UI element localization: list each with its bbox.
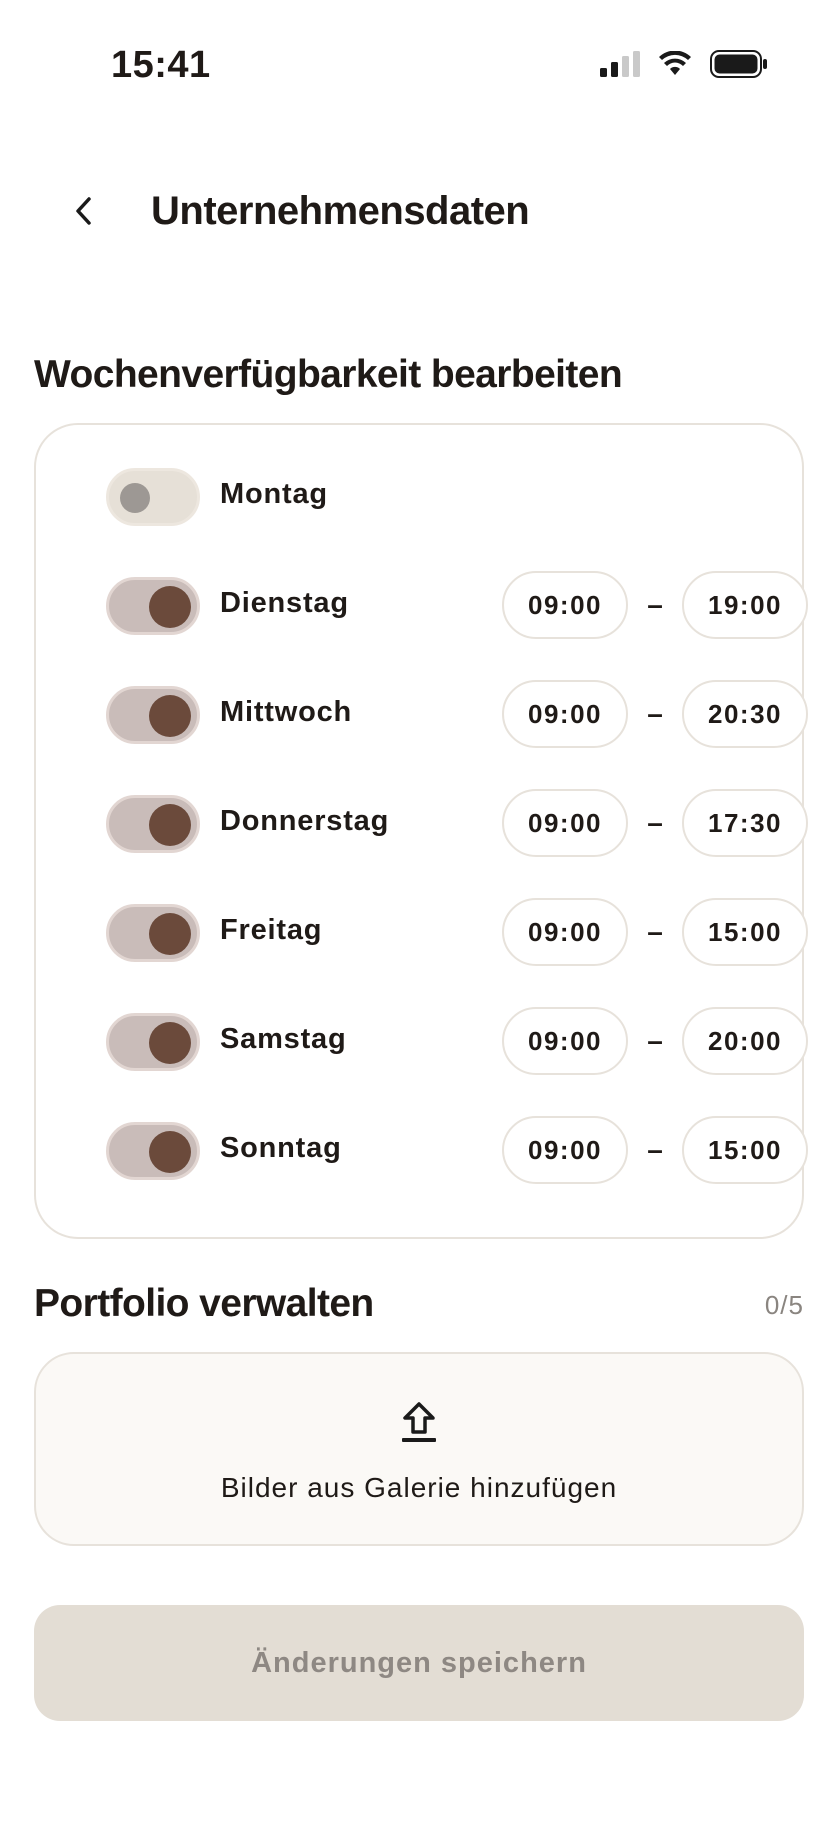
time-separator: – [647, 589, 663, 620]
time-range-samstag: 09:00 – 20:00 [502, 1007, 808, 1075]
toggle-sonntag[interactable] [106, 1122, 200, 1180]
chevron-left-icon [76, 197, 91, 225]
end-time-sonntag[interactable]: 15:00 [682, 1116, 808, 1184]
toggle-freitag[interactable] [106, 904, 200, 962]
start-time-freitag[interactable]: 09:00 [502, 898, 628, 966]
time-range-freitag: 09:00 – 15:00 [502, 898, 808, 966]
time-range-dienstag: 09:00 – 19:00 [502, 571, 808, 639]
start-time-dienstag[interactable]: 09:00 [502, 571, 628, 639]
signal-icon [600, 51, 640, 77]
save-changes-button[interactable]: Änderungen speichern [34, 1605, 804, 1721]
time-separator: – [647, 916, 663, 947]
toggle-donnerstag[interactable] [106, 795, 200, 853]
start-time-donnerstag[interactable]: 09:00 [502, 789, 628, 857]
day-row-montag: Montag [70, 462, 808, 534]
end-time-samstag[interactable]: 20:00 [682, 1007, 808, 1075]
time-separator: – [647, 807, 663, 838]
status-bar: 15:41 [0, 0, 840, 140]
portfolio-count: 0/5 [764, 1290, 804, 1320]
day-label-freitag: Freitag [220, 914, 323, 946]
status-icons [600, 50, 768, 78]
toggle-mittwoch[interactable] [106, 686, 200, 744]
day-row-donnerstag: Donnerstag 09:00 – 17:30 [70, 789, 808, 861]
time-range-donnerstag: 09:00 – 17:30 [502, 789, 808, 857]
upload-label: Bilder aus Galerie hinzufügen [220, 1472, 618, 1503]
upload-images-button[interactable]: Bilder aus Galerie hinzufügen [34, 1352, 804, 1546]
toggle-knob [149, 804, 191, 846]
toggle-knob [149, 1131, 191, 1173]
toggle-knob [149, 1022, 191, 1064]
toggle-knob [149, 913, 191, 955]
start-time-samstag[interactable]: 09:00 [502, 1007, 628, 1075]
time-range-sonntag: 09:00 – 15:00 [502, 1116, 808, 1184]
battery-icon [710, 50, 767, 78]
end-time-mittwoch[interactable]: 20:30 [682, 680, 808, 748]
page-title: Unternehmensdaten [151, 189, 530, 233]
header: Unternehmensdaten [0, 175, 840, 255]
toggle-dienstag[interactable] [106, 577, 200, 635]
day-row-mittwoch: Mittwoch 09:00 – 20:30 [70, 680, 808, 752]
toggle-knob [149, 586, 191, 628]
upload-icon [402, 1402, 436, 1442]
start-time-mittwoch[interactable]: 09:00 [502, 680, 628, 748]
time-separator: – [647, 698, 663, 729]
day-row-samstag: Samstag 09:00 – 20:00 [70, 1007, 808, 1079]
toggle-montag[interactable] [106, 468, 200, 526]
day-label-dienstag: Dienstag [220, 587, 349, 619]
toggle-knob [120, 483, 150, 513]
end-time-donnerstag[interactable]: 17:30 [682, 789, 808, 857]
end-time-freitag[interactable]: 15:00 [682, 898, 808, 966]
day-row-sonntag: Sonntag 09:00 – 15:00 [70, 1116, 808, 1188]
day-row-dienstag: Dienstag 09:00 – 19:00 [70, 571, 808, 643]
day-label-donnerstag: Donnerstag [220, 805, 390, 837]
time-separator: – [647, 1134, 663, 1165]
toggle-knob [149, 695, 191, 737]
time-range-mittwoch: 09:00 – 20:30 [502, 680, 808, 748]
end-time-dienstag[interactable]: 19:00 [682, 571, 808, 639]
availability-card: Montag Dienstag 09:00 – 19:00 Mittwoch 0… [34, 423, 808, 1239]
day-row-freitag: Freitag 09:00 – 15:00 [70, 898, 808, 970]
availability-title: Wochenverfügbarkeit bearbeiten [34, 353, 623, 396]
toggle-samstag[interactable] [106, 1013, 200, 1071]
status-time: 15:41 [111, 44, 211, 86]
wifi-icon [659, 51, 691, 75]
day-label-mittwoch: Mittwoch [220, 696, 353, 728]
portfolio-title: Portfolio verwalten [34, 1282, 374, 1325]
day-label-montag: Montag [220, 478, 328, 510]
day-label-sonntag: Sonntag [220, 1132, 342, 1164]
time-separator: – [647, 1025, 663, 1056]
back-button[interactable] [60, 187, 108, 235]
day-label-samstag: Samstag [220, 1023, 347, 1055]
start-time-sonntag[interactable]: 09:00 [502, 1116, 628, 1184]
